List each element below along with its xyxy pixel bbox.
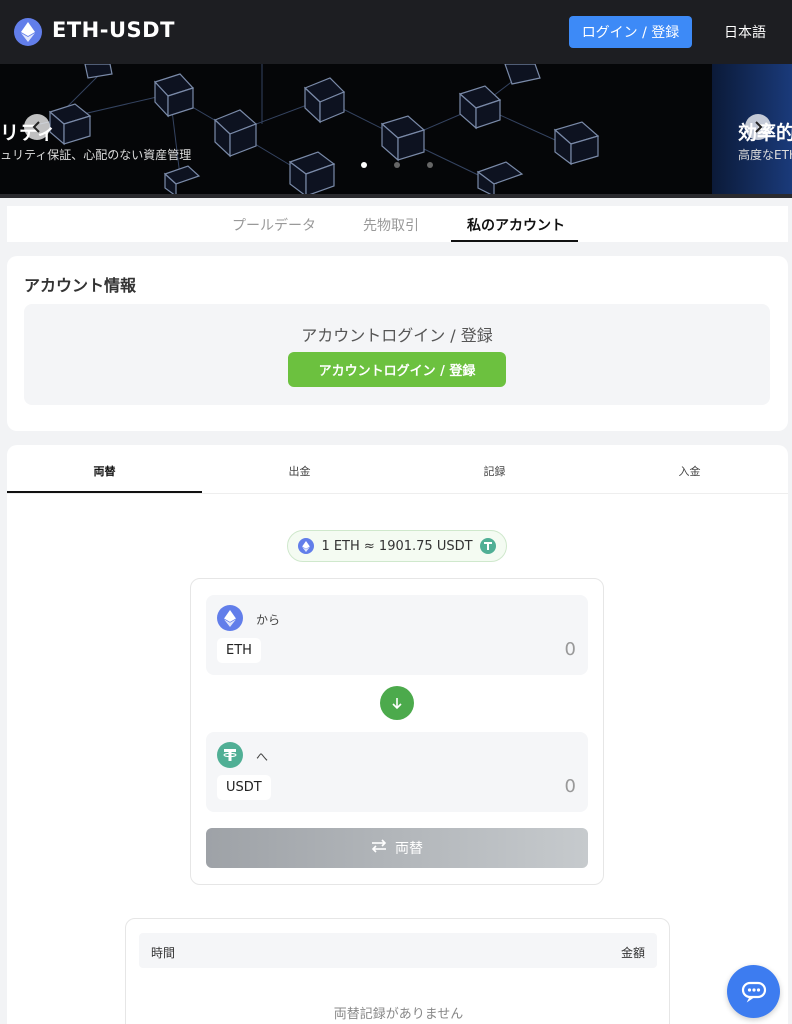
to-asset-selector[interactable]: USDT [217,775,271,800]
eth-logo-icon [14,18,42,46]
account-login-panel: アカウントログイン / 登録 アカウントログイン / 登録 [24,304,770,405]
account-info-title: アカウント情報 [24,276,137,295]
tab-pool-data[interactable]: プールデータ [232,215,316,235]
arrow-down-icon[interactable] [380,686,414,720]
column-amount: 金額 [620,946,645,960]
promo-banner[interactable]: リティ ュリティ保証、心配のない資産管理 効率的 高度なETH [0,64,792,196]
swap-form: から ETH 0 へ USDT 0 両替 [190,578,604,885]
exchange-rate-text: 1 ETH ≈ 1901.75 USDT [321,538,473,554]
chevron-right-icon[interactable] [745,114,771,140]
to-label: へ [256,750,269,764]
active-tab-indicator [451,240,578,242]
tab-my-account[interactable]: 私のアカウント [467,215,565,235]
to-asset-card: へ USDT 0 [206,732,588,812]
carousel-dot-2[interactable] [394,162,400,168]
usdt-icon [479,538,496,554]
exchange-panel: 両替 出金 記録 入金 1 ETH ≈ 1901.75 USDT から ETH … [7,445,788,1024]
usdt-icon [217,742,243,768]
swap-arrows-icon [371,839,387,857]
banner-subtitle: ュリティ保証、心配のない資産管理 [0,148,192,162]
exchange-rate-badge: 1 ETH ≈ 1901.75 USDT [287,530,507,562]
tab-withdraw[interactable]: 出金 [202,463,397,479]
eth-icon [217,605,243,631]
tab-deposit[interactable]: 入金 [592,463,787,479]
login-register-button[interactable]: ログイン / 登録 [569,16,692,48]
from-amount-input[interactable]: 0 [565,639,576,660]
banner-background [39,64,600,196]
column-time: 時間 [151,946,176,960]
language-selector[interactable]: 日本語 [706,16,784,48]
tab-records[interactable]: 記録 [397,463,592,479]
from-asset-card: から ETH 0 [206,595,588,675]
account-login-button[interactable]: アカウントログイン / 登録 [288,352,506,387]
tab-exchange[interactable]: 両替 [7,463,202,479]
chevron-left-icon[interactable] [24,114,50,140]
tab-futures[interactable]: 先物取引 [363,215,419,235]
app-title: ETH-USDT [52,18,175,42]
records-table-header: 時間 金額 [139,933,657,968]
chat-icon[interactable] [727,965,780,1018]
from-label: から [256,613,281,627]
eth-icon [298,538,315,554]
main-tabs: プールデータ 先物取引 私のアカウント [7,206,788,242]
account-login-prompt: アカウントログイン / 登録 [301,326,493,345]
carousel-dot-1[interactable] [361,162,367,168]
banner-divider [0,194,792,198]
exchange-records-table: 時間 金額 両替記録がありません [125,918,670,1024]
from-asset-selector[interactable]: ETH [217,638,261,663]
banner-next-subtitle: 高度なETH [738,148,792,162]
exchange-tab-divider [7,493,788,494]
to-amount-input[interactable]: 0 [565,776,576,797]
exchange-button[interactable]: 両替 [206,828,588,868]
exchange-button-label: 両替 [395,841,423,857]
carousel-dot-3[interactable] [427,162,433,168]
app-header: ETH-USDT ログイン / 登録 日本語 [0,0,792,64]
records-empty-message: 両替記録がありません [333,1007,464,1022]
account-info-card: アカウント情報 アカウントログイン / 登録 アカウントログイン / 登録 [7,256,788,431]
